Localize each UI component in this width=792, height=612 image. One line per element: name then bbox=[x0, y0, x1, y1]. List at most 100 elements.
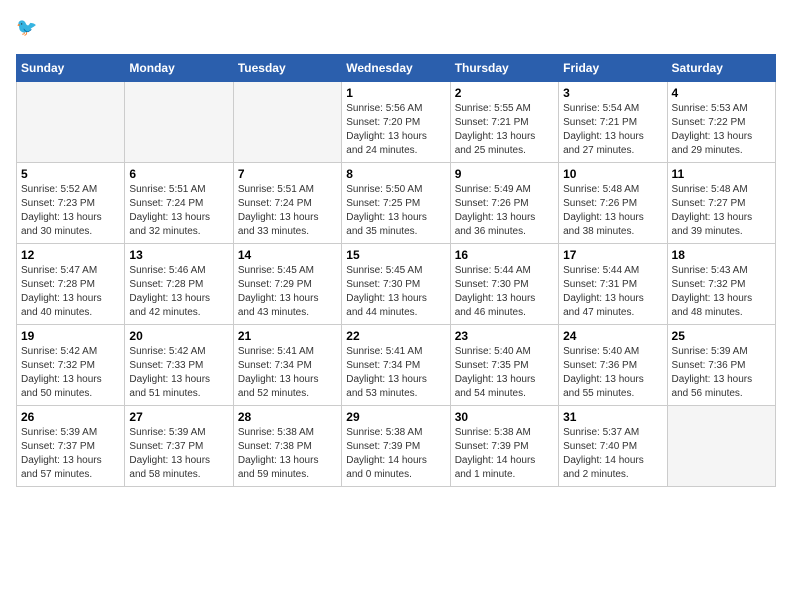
calendar-cell: 8 Sunrise: 5:50 AMSunset: 7:25 PMDaylight… bbox=[342, 163, 450, 244]
day-info: Sunrise: 5:51 AMSunset: 7:24 PMDaylight:… bbox=[129, 183, 228, 239]
calendar-cell: 27Sunrise: 5:39 AMSunset: 7:37 PMDayligh… bbox=[125, 406, 233, 487]
calendar-cell: 2Sunrise: 5:55 AMSunset: 7:21 PMDaylight… bbox=[450, 82, 558, 163]
day-info: Sunrise: 5:42 AMSunset: 7:33 PMDaylight:… bbox=[129, 345, 228, 401]
calendar-cell: 10 Sunrise: 5:48 AMSunset: 7:26 PMDayligh… bbox=[559, 163, 667, 244]
day-number: 3 bbox=[563, 86, 662, 100]
svg-text:🐦: 🐦 bbox=[16, 18, 37, 37]
day-info: Sunrise: 5:39 AMSunset: 7:36 PMDaylight:… bbox=[672, 345, 771, 401]
calendar-cell: 5Sunrise: 5:52 AMSunset: 7:23 PMDaylight… bbox=[17, 163, 125, 244]
calendar-week-row: 1 Sunrise: 5:56 AMSunset: 7:20 PMDaylight… bbox=[17, 82, 776, 163]
day-number: 28 bbox=[238, 410, 337, 424]
day-info: Sunrise: 5:53 AMSunset: 7:22 PMDaylight:… bbox=[672, 102, 771, 158]
calendar-cell: 13 Sunrise: 5:46 AMSunset: 7:28 PMDayligh… bbox=[125, 244, 233, 325]
day-info: Sunrise: 5:39 AMSunset: 7:37 PMDaylight:… bbox=[21, 426, 120, 482]
calendar-cell bbox=[667, 406, 775, 487]
day-number: 16 bbox=[455, 248, 554, 262]
calendar-cell: 22 Sunrise: 5:41 AMSunset: 7:34 PMDayligh… bbox=[342, 325, 450, 406]
day-info: Sunrise: 5:45 AMSunset: 7:30 PMDaylight:… bbox=[346, 264, 445, 320]
day-number: 31 bbox=[563, 410, 662, 424]
calendar-cell: 24 Sunrise: 5:40 AMSunset: 7:36 PMDayligh… bbox=[559, 325, 667, 406]
day-info: Sunrise: 5:45 AMSunset: 7:29 PMDaylight:… bbox=[238, 264, 337, 320]
weekday-header: Tuesday bbox=[233, 55, 341, 82]
calendar-cell: 15 Sunrise: 5:45 AMSunset: 7:30 PMDayligh… bbox=[342, 244, 450, 325]
calendar-cell: 25 Sunrise: 5:39 AMSunset: 7:36 PMDayligh… bbox=[667, 325, 775, 406]
calendar-week-row: 12 Sunrise: 5:47 AMSunset: 7:28 PMDayligh… bbox=[17, 244, 776, 325]
calendar-cell: 14 Sunrise: 5:45 AMSunset: 7:29 PMDayligh… bbox=[233, 244, 341, 325]
day-info: Sunrise: 5:42 AMSunset: 7:32 PMDaylight:… bbox=[21, 345, 120, 401]
day-number: 18 bbox=[672, 248, 771, 262]
logo: 🐦 bbox=[16, 16, 48, 44]
day-info: Sunrise: 5:49 AMSunset: 7:26 PMDaylight:… bbox=[455, 183, 554, 239]
calendar-cell: 4 Sunrise: 5:53 AMSunset: 7:22 PMDaylight… bbox=[667, 82, 775, 163]
weekday-header: Monday bbox=[125, 55, 233, 82]
calendar-cell bbox=[17, 82, 125, 163]
calendar-cell: 18 Sunrise: 5:43 AMSunset: 7:32 PMDayligh… bbox=[667, 244, 775, 325]
day-number: 13 bbox=[129, 248, 228, 262]
day-number: 14 bbox=[238, 248, 337, 262]
calendar-cell: 7 Sunrise: 5:51 AMSunset: 7:24 PMDaylight… bbox=[233, 163, 341, 244]
day-info: Sunrise: 5:38 AMSunset: 7:39 PMDaylight:… bbox=[455, 426, 554, 482]
day-number: 22 bbox=[346, 329, 445, 343]
day-info: Sunrise: 5:50 AMSunset: 7:25 PMDaylight:… bbox=[346, 183, 445, 239]
day-number: 17 bbox=[563, 248, 662, 262]
calendar-cell: 31 Sunrise: 5:37 AMSunset: 7:40 PMDayligh… bbox=[559, 406, 667, 487]
day-number: 20 bbox=[129, 329, 228, 343]
day-number: 5 bbox=[21, 167, 120, 181]
weekday-header: Thursday bbox=[450, 55, 558, 82]
day-number: 9 bbox=[455, 167, 554, 181]
day-info: Sunrise: 5:56 AMSunset: 7:20 PMDaylight:… bbox=[346, 102, 445, 158]
day-info: Sunrise: 5:44 AMSunset: 7:31 PMDaylight:… bbox=[563, 264, 662, 320]
weekday-header: Saturday bbox=[667, 55, 775, 82]
calendar-cell bbox=[233, 82, 341, 163]
day-number: 30 bbox=[455, 410, 554, 424]
day-info: Sunrise: 5:47 AMSunset: 7:28 PMDaylight:… bbox=[21, 264, 120, 320]
day-number: 10 bbox=[563, 167, 662, 181]
day-info: Sunrise: 5:38 AMSunset: 7:39 PMDaylight:… bbox=[346, 426, 445, 482]
calendar-cell bbox=[125, 82, 233, 163]
calendar-cell: 30 Sunrise: 5:38 AMSunset: 7:39 PMDayligh… bbox=[450, 406, 558, 487]
day-number: 7 bbox=[238, 167, 337, 181]
day-number: 12 bbox=[21, 248, 120, 262]
weekday-header-row: SundayMondayTuesdayWednesdayThursdayFrid… bbox=[17, 55, 776, 82]
day-info: Sunrise: 5:44 AMSunset: 7:30 PMDaylight:… bbox=[455, 264, 554, 320]
day-info: Sunrise: 5:51 AMSunset: 7:24 PMDaylight:… bbox=[238, 183, 337, 239]
day-info: Sunrise: 5:38 AMSunset: 7:38 PMDaylight:… bbox=[238, 426, 337, 482]
day-number: 15 bbox=[346, 248, 445, 262]
day-info: Sunrise: 5:41 AMSunset: 7:34 PMDaylight:… bbox=[238, 345, 337, 401]
day-info: Sunrise: 5:43 AMSunset: 7:32 PMDaylight:… bbox=[672, 264, 771, 320]
calendar-cell: 3 Sunrise: 5:54 AMSunset: 7:21 PMDaylight… bbox=[559, 82, 667, 163]
calendar-week-row: 19Sunrise: 5:42 AMSunset: 7:32 PMDayligh… bbox=[17, 325, 776, 406]
calendar-cell: 28 Sunrise: 5:38 AMSunset: 7:38 PMDayligh… bbox=[233, 406, 341, 487]
calendar-week-row: 5Sunrise: 5:52 AMSunset: 7:23 PMDaylight… bbox=[17, 163, 776, 244]
day-info: Sunrise: 5:54 AMSunset: 7:21 PMDaylight:… bbox=[563, 102, 662, 158]
day-info: Sunrise: 5:40 AMSunset: 7:35 PMDaylight:… bbox=[455, 345, 554, 401]
logo-icon: 🐦 bbox=[16, 16, 44, 44]
day-number: 8 bbox=[346, 167, 445, 181]
calendar-week-row: 26 Sunrise: 5:39 AMSunset: 7:37 PMDayligh… bbox=[17, 406, 776, 487]
day-number: 4 bbox=[672, 86, 771, 100]
calendar-cell: 16 Sunrise: 5:44 AMSunset: 7:30 PMDayligh… bbox=[450, 244, 558, 325]
calendar-cell: 6 Sunrise: 5:51 AMSunset: 7:24 PMDaylight… bbox=[125, 163, 233, 244]
calendar-cell: 20 Sunrise: 5:42 AMSunset: 7:33 PMDayligh… bbox=[125, 325, 233, 406]
day-number: 24 bbox=[563, 329, 662, 343]
weekday-header: Wednesday bbox=[342, 55, 450, 82]
day-info: Sunrise: 5:41 AMSunset: 7:34 PMDaylight:… bbox=[346, 345, 445, 401]
weekday-header: Sunday bbox=[17, 55, 125, 82]
day-number: 1 bbox=[346, 86, 445, 100]
day-number: 23 bbox=[455, 329, 554, 343]
day-info: Sunrise: 5:48 AMSunset: 7:26 PMDaylight:… bbox=[563, 183, 662, 239]
page-header: 🐦 bbox=[16, 16, 776, 44]
day-number: 26 bbox=[21, 410, 120, 424]
day-number: 6 bbox=[129, 167, 228, 181]
calendar-cell: 23 Sunrise: 5:40 AMSunset: 7:35 PMDayligh… bbox=[450, 325, 558, 406]
day-info: Sunrise: 5:37 AMSunset: 7:40 PMDaylight:… bbox=[563, 426, 662, 482]
day-info: Sunrise: 5:46 AMSunset: 7:28 PMDaylight:… bbox=[129, 264, 228, 320]
day-info: Sunrise: 5:40 AMSunset: 7:36 PMDaylight:… bbox=[563, 345, 662, 401]
day-number: 21 bbox=[238, 329, 337, 343]
day-number: 25 bbox=[672, 329, 771, 343]
calendar-cell: 19Sunrise: 5:42 AMSunset: 7:32 PMDayligh… bbox=[17, 325, 125, 406]
calendar-table: SundayMondayTuesdayWednesdayThursdayFrid… bbox=[16, 54, 776, 487]
calendar-cell: 1 Sunrise: 5:56 AMSunset: 7:20 PMDaylight… bbox=[342, 82, 450, 163]
calendar-cell: 29Sunrise: 5:38 AMSunset: 7:39 PMDayligh… bbox=[342, 406, 450, 487]
day-info: Sunrise: 5:55 AMSunset: 7:21 PMDaylight:… bbox=[455, 102, 554, 158]
